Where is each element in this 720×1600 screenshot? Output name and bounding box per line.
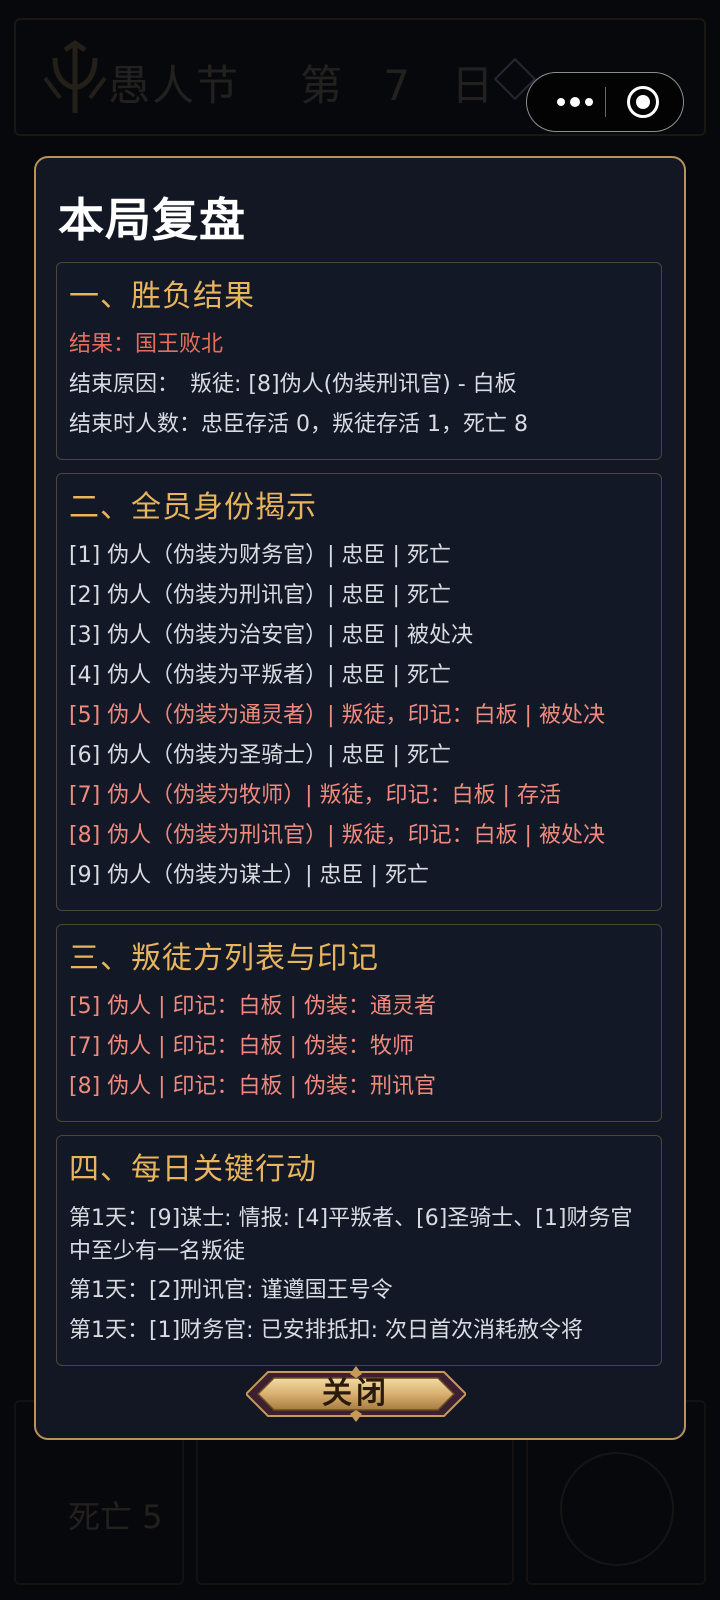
section-line: [4] 伪人（伪装为平叛者）| 忠臣 | 死亡 [69, 663, 451, 688]
section-line: [9] 伪人（伪装为谋士）| 忠臣 | 死亡 [69, 863, 429, 888]
game-replay-modal: 本局复盘 一、胜负结果结果：国王败北结束原因： 叛徒: [8]伪人(伪装刑讯官)… [34, 156, 686, 1440]
section-heading: 三、叛徒方列表与印记 [69, 941, 379, 976]
trident-emblem-icon [43, 39, 107, 113]
section-line: [3] 伪人（伪装为治安官）| 忠臣 | 被处决 [69, 623, 473, 648]
replay-scroll-area[interactable]: 一、胜负结果结果：国王败北结束原因： 叛徒: [8]伪人(伪装刑讯官) - 白板… [56, 262, 662, 1380]
section-line: 第1天：[2]刑讯官: 谨遵国王号令 [69, 1278, 393, 1303]
section-line: [6] 伪人（伪装为圣骑士）| 忠臣 | 死亡 [69, 743, 451, 768]
close-button[interactable]: 关闭 [246, 1366, 466, 1422]
replay-section: 二、全员身份揭示 [1] 伪人（伪装为财务官）| 忠臣 | 死亡 [2] 伪人（伪装… [56, 473, 662, 911]
section-heading: 四、每日关键行动 [69, 1152, 317, 1187]
section-line: [8] 伪人（伪装为刑讯官）| 叛徒，印记：白板 | 被处决 [69, 823, 605, 848]
section-line: 结束时人数：忠臣存活 0，叛徒存活 1，死亡 8 [69, 412, 528, 437]
section-line: [7] 伪人（伪装为牧师）| 叛徒，印记：白板 | 存活 [69, 783, 561, 808]
section-line: [1] 伪人（伪装为财务官）| 忠臣 | 死亡 [69, 543, 451, 568]
section-line: 第1天：[1]财务官: 已安排抵扣: 次日首次消耗赦令将 [69, 1318, 583, 1343]
section-line: [7] 伪人 | 印记：白板 | 伪装：牧师 [69, 1034, 414, 1059]
section-heading: 二、全员身份揭示 [69, 490, 317, 525]
action-circle [560, 1452, 674, 1566]
section-line: [2] 伪人（伪装为刑讯官）| 忠臣 | 死亡 [69, 583, 451, 608]
close-button-label: 关闭 [322, 1376, 390, 1411]
dead-status-label: 死亡 5 [68, 1498, 163, 1536]
miniprogram-capsule [526, 72, 684, 132]
section-line: [8] 伪人 | 印记：白板 | 伪装：刑讯官 [69, 1074, 436, 1099]
day-counter: 第 7 日 [300, 61, 508, 110]
section-line: 第1天：[9]谋士: 情报: [4]平叛者、[6]圣骑士、[1]财务官 中至少有… [69, 1206, 633, 1264]
replay-section: 一、胜负结果结果：国王败北结束原因： 叛徒: [8]伪人(伪装刑讯官) - 白板… [56, 262, 662, 460]
replay-section: 三、叛徒方列表与印记 [5] 伪人 | 印记：白板 | 伪装：通灵者 [7] 伪人 … [56, 924, 662, 1122]
game-title: 愚人节 [108, 61, 241, 110]
capsule-divider [605, 87, 606, 117]
modal-title: 本局复盘 [58, 193, 246, 247]
replay-section: 四、每日关键行动第1天：[9]谋士: 情报: [4]平叛者、[6]圣骑士、[1]… [56, 1135, 662, 1366]
more-dots-icon[interactable] [547, 73, 603, 130]
section-heading: 一、胜负结果 [69, 279, 255, 314]
section-line: 结束原因： 叛徒: [8]伪人(伪装刑讯官) - 白板 [69, 372, 517, 397]
section-line: [5] 伪人（伪装为通灵者）| 叛徒，印记：白板 | 被处决 [69, 703, 605, 728]
target-close-icon[interactable] [627, 86, 659, 118]
section-line: 结果：国王败北 [69, 332, 224, 357]
section-line: [5] 伪人 | 印记：白板 | 伪装：通灵者 [69, 994, 436, 1019]
